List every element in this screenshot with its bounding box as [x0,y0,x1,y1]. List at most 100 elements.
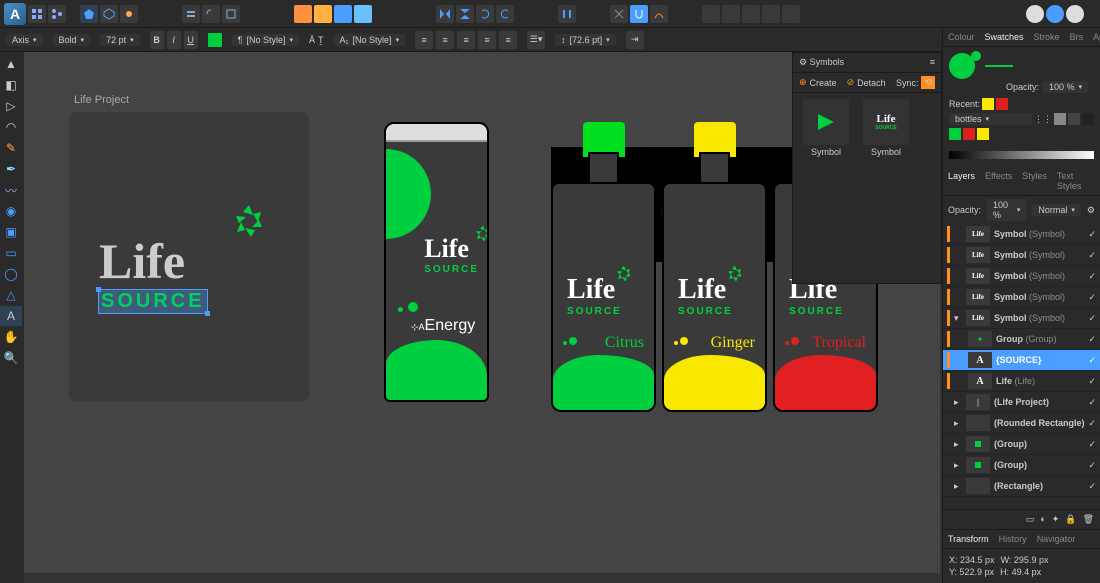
w-value[interactable]: 295.9 px [1014,555,1049,565]
pen-tool-icon[interactable]: ✒ [0,159,22,179]
para-style-dropdown[interactable]: A₁[No Style] [334,34,406,46]
layer-row[interactable]: A{SOURCE} ✓ [943,350,1100,371]
tb-sun-icon[interactable] [120,5,138,23]
tb-grid-icon[interactable] [28,5,46,23]
font-size-dropdown[interactable]: 72 pt [100,34,140,46]
tab-icon[interactable]: ⇥ [626,31,644,49]
layer-mask-icon[interactable]: ◐ [1040,514,1045,525]
tb-order2-icon[interactable] [314,5,332,23]
tab-layers[interactable]: Layers [943,167,980,195]
tb-arc-icon[interactable] [650,5,668,23]
bold-icon[interactable]: B [150,31,164,49]
tb-rotate-icon[interactable] [476,5,494,23]
layer-opts-icon[interactable]: ⚙ [1087,205,1095,216]
layer-row[interactable]: ALife (Life)✓ [943,371,1100,392]
layer-row[interactable]: ▸(Rounded Rectangle) ✓ [943,413,1100,434]
layer-row[interactable]: ▾LifeSymbol (Symbol)✓ [943,308,1100,329]
tab-swatches[interactable]: Swatches [980,28,1029,46]
node-tool-icon[interactable]: ▷ [0,96,22,116]
swatch[interactable] [1068,113,1080,125]
underline-icon[interactable]: U [184,31,198,49]
tb-user-icon[interactable] [1026,5,1044,23]
swatch-opts-icon[interactable]: ⋮⋮ [1034,114,1052,125]
tb-bool1-icon[interactable] [702,5,720,23]
fill-color-indicator[interactable] [949,53,975,79]
layer-row[interactable]: LifeSymbol (Symbol)✓ [943,224,1100,245]
tb-cloud-icon[interactable] [1046,5,1064,23]
swatch[interactable] [977,128,989,140]
tab-brushes[interactable]: Brs [1065,28,1089,46]
tb-corners-icon[interactable] [202,5,220,23]
tab-appearance[interactable]: Apr [1088,28,1100,46]
italic-icon[interactable]: I [167,31,181,49]
ellipse-tool-icon[interactable]: ◯ [0,264,22,284]
layer-opacity-dropdown[interactable]: 100 % [987,199,1026,221]
symbol-thumb[interactable]: Symbol [799,99,853,157]
tb-magnet-icon[interactable] [630,5,648,23]
tb-flip-h-icon[interactable] [436,5,454,23]
collection-dropdown[interactable]: bottles [949,113,1032,125]
tab-effects[interactable]: Effects [980,167,1017,195]
symbols-create-button[interactable]: ⊕Create [799,77,837,88]
align-left-icon[interactable]: ≡ [415,31,433,49]
layer-row[interactable]: ▸(Group) ✓ [943,434,1100,455]
layer-delete-icon[interactable]: 🗑 [1083,514,1094,525]
layer-row[interactable]: ▸(Group) ✓ [943,455,1100,476]
layer-add-icon[interactable]: ▭ [1026,514,1035,525]
layer-adj-icon[interactable]: ✦ [1052,514,1060,525]
tab-text-styles[interactable]: Text Styles [1052,167,1100,195]
symbol-thumb[interactable]: LifeSOURCESymbol [859,99,913,157]
y-value[interactable]: 522.9 px [960,567,995,577]
tb-align-icon[interactable] [182,5,200,23]
list-icon[interactable]: ☰▾ [527,31,545,49]
tb-rotate2-icon[interactable] [496,5,514,23]
layer-row[interactable]: ▸∥(Life Project) ✓ [943,392,1100,413]
can-artwork[interactable]: Life SOURCE ⊹AEnergy [384,122,489,402]
text-tool-icon[interactable]: A [0,306,22,326]
pencil-tool-icon[interactable]: ✎ [0,138,22,158]
tb-share-icon[interactable] [48,5,66,23]
swatch[interactable] [949,128,961,140]
stroke-indicator[interactable] [985,65,1013,67]
leading-dropdown[interactable]: ↕[72.6 pt] [555,34,616,46]
tb-distribute-icon[interactable] [558,5,576,23]
close-icon[interactable]: ≡ [930,57,935,68]
tab-transform[interactable]: Transform [943,530,994,548]
artboard-tool-icon[interactable]: ◧ [0,75,22,95]
shape-tool-icon[interactable]: ▭ [0,243,22,263]
tb-bool2-icon[interactable] [722,5,740,23]
char-style-dropdown[interactable]: ¶[No Style] [232,34,299,46]
blend-mode-dropdown[interactable]: Normal [1032,204,1081,216]
tab-history[interactable]: History [994,530,1032,548]
symbols-panel[interactable]: ⚙ Symbols≡ ⊕Create ⊘Detach Sync:⟲ Symbol… [792,52,942,284]
symbols-detach-button[interactable]: ⊘Detach [847,77,886,88]
tb-order4-icon[interactable] [354,5,372,23]
brush-tool-icon[interactable]: 〰 [0,180,22,200]
typo-icon[interactable]: Ṯ [318,35,324,45]
tab-styles[interactable]: Styles [1017,167,1052,195]
hand-tool-icon[interactable]: ✋ [0,327,22,347]
tb-bool3-icon[interactable] [742,5,760,23]
corner-tool-icon[interactable]: ◠ [0,117,22,137]
font-family-dropdown[interactable]: Axis [6,34,43,46]
swatch[interactable] [1082,113,1094,125]
swatch[interactable] [982,98,994,110]
tb-pentagon-icon[interactable] [80,5,98,23]
triangle-tool-icon[interactable]: △ [0,285,22,305]
crop-tool-icon[interactable]: ▣ [0,222,22,242]
tab-navigator[interactable]: Navigator [1032,530,1081,548]
text-color-swatch[interactable] [208,33,222,47]
layer-row[interactable]: LifeSymbol (Symbol)✓ [943,245,1100,266]
symbols-sync-toggle[interactable]: Sync:⟲ [896,76,935,89]
tb-mask-icon[interactable] [222,5,240,23]
swatch[interactable] [996,98,1008,110]
bottle-ginger[interactable]: LifeSOURCE Ginger [662,122,767,412]
align-center-icon[interactable]: ≡ [436,31,454,49]
align-last-icon[interactable]: ≡ [499,31,517,49]
tb-snap-icon[interactable] [610,5,628,23]
x-value[interactable]: 234.5 px [960,555,995,565]
align-right-icon[interactable]: ≡ [457,31,475,49]
layer-row[interactable]: ✦Group (Group)✓ [943,329,1100,350]
swatch[interactable] [963,128,975,140]
tb-hexagon-icon[interactable] [100,5,118,23]
